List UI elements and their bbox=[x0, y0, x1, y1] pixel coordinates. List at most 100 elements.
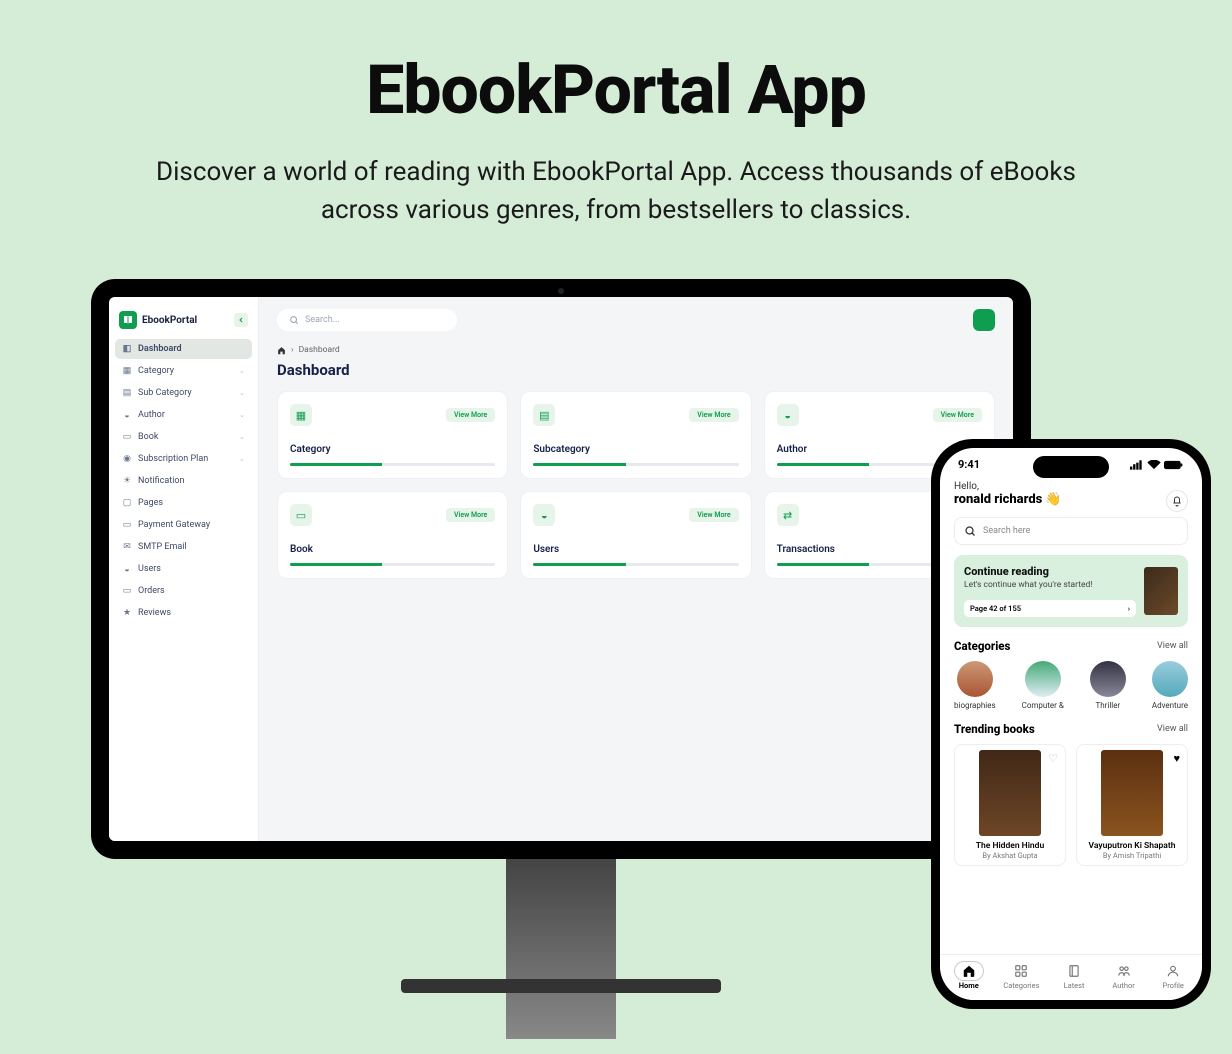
card-title: Book bbox=[290, 544, 495, 555]
sidebar-item-label: Payment Gateway bbox=[138, 520, 210, 530]
continue-subtitle: Let's continue what you're started! bbox=[964, 580, 1136, 590]
sidebar-item-label: Sub Category bbox=[138, 388, 192, 398]
continue-title: Continue reading bbox=[964, 565, 1136, 578]
nav-latest[interactable]: Latest bbox=[1059, 961, 1089, 990]
sidebar-item-reviews[interactable]: ★Reviews bbox=[115, 603, 252, 623]
nav-author[interactable]: Author bbox=[1109, 961, 1139, 990]
nav-icon bbox=[1109, 961, 1139, 981]
card-icon: ▤ bbox=[533, 404, 555, 426]
book-title: Vayuputron Ki Shapath bbox=[1082, 841, 1182, 851]
chevron-down-icon: ⌄ bbox=[239, 367, 245, 375]
avatar[interactable] bbox=[973, 309, 995, 331]
book-author: By Akshat Gupta bbox=[960, 851, 1060, 860]
category-image bbox=[957, 661, 993, 697]
category-thriller[interactable]: Thriller bbox=[1090, 661, 1126, 710]
nav-icon: ◉ bbox=[122, 454, 132, 464]
category-label: Computer & bbox=[1022, 701, 1064, 710]
nav-icon: ◒ bbox=[122, 564, 132, 574]
book-cover bbox=[979, 750, 1041, 836]
sidebar-item-payment-gateway[interactable]: ▭ Payment Gateway bbox=[115, 515, 252, 535]
page-title: Dashboard bbox=[277, 361, 995, 379]
sidebar-item-label: SMTP Email bbox=[138, 542, 187, 552]
nav-label: Profile bbox=[1158, 981, 1188, 990]
view-more-button[interactable]: View More bbox=[446, 508, 495, 522]
brand-book-icon bbox=[119, 311, 137, 329]
card-icon: ◒ bbox=[533, 504, 555, 526]
nav-icon bbox=[954, 961, 984, 981]
book-cover bbox=[1101, 750, 1163, 836]
category-adventure[interactable]: Adventure bbox=[1152, 661, 1188, 710]
card-icon: ▦ bbox=[290, 404, 312, 426]
view-more-button[interactable]: View More bbox=[689, 508, 738, 522]
book-card[interactable]: ♥Vayuputron Ki ShapathBy Amish Tripathi bbox=[1076, 744, 1188, 866]
nav-icon bbox=[1158, 961, 1188, 981]
sidebar-item-author[interactable]: ◒Author⌄ bbox=[115, 405, 252, 425]
breadcrumb: › Dashboard bbox=[277, 345, 995, 355]
sidebar-item-label: Dashboard bbox=[138, 344, 182, 354]
nav-label: Latest bbox=[1059, 981, 1089, 990]
nav-icon bbox=[1006, 961, 1036, 981]
greeting: Hello, bbox=[954, 481, 1188, 492]
trending-viewall[interactable]: View all bbox=[1157, 724, 1188, 734]
card-title: Category bbox=[290, 444, 495, 455]
nav-profile[interactable]: Profile bbox=[1158, 961, 1188, 990]
sidebar-item-book[interactable]: ▭ Book ⌄ bbox=[115, 427, 252, 447]
sidebar-item-dashboard[interactable]: ◧ Dashboard bbox=[115, 339, 252, 359]
sidebar-collapse-icon[interactable] bbox=[234, 313, 248, 327]
username: ronald richards👋 bbox=[954, 492, 1188, 507]
nav-icon: ★ bbox=[122, 608, 132, 618]
nav-icon: ▭ bbox=[122, 432, 132, 442]
sidebar-item-label: Category bbox=[138, 366, 174, 376]
sidebar-item-notification[interactable]: ☀Notification bbox=[115, 471, 252, 491]
status-time: 9:41 bbox=[958, 458, 980, 471]
card-title: Users bbox=[533, 544, 738, 555]
search-input[interactable]: Search... bbox=[277, 309, 457, 331]
phone-search-input[interactable]: Search here bbox=[954, 517, 1188, 545]
card-title: Subcategory bbox=[533, 444, 738, 455]
nav-icon: ◒ bbox=[122, 410, 132, 420]
chevron-right-icon: › bbox=[1128, 604, 1130, 613]
view-more-button[interactable]: View More bbox=[933, 408, 982, 422]
chevron-down-icon: ⌄ bbox=[239, 455, 245, 463]
chevron-down-icon: ⌄ bbox=[239, 411, 245, 419]
category-image bbox=[1152, 661, 1188, 697]
sidebar-item-smtp-email[interactable]: ✉SMTP Email bbox=[115, 537, 252, 557]
nav-icon: ☀ bbox=[122, 476, 132, 486]
continue-reading-card[interactable]: Continue reading Let's continue what you… bbox=[954, 555, 1188, 627]
sidebar-item-users[interactable]: ◒Users bbox=[115, 559, 252, 579]
category-label: Thriller bbox=[1090, 701, 1126, 710]
nav-icon: ◧ bbox=[122, 344, 132, 354]
category-label: biographies bbox=[954, 701, 996, 710]
nav-categories[interactable]: Categories bbox=[1003, 961, 1039, 990]
sidebar-item-category[interactable]: ▦ Category ⌄ bbox=[115, 361, 252, 381]
view-more-button[interactable]: View More bbox=[689, 408, 738, 422]
card-book: ▭View MoreBook bbox=[277, 491, 508, 579]
status-icons bbox=[1130, 458, 1184, 471]
notification-bell-icon[interactable] bbox=[1166, 490, 1188, 512]
nav-home[interactable]: Home bbox=[954, 961, 984, 990]
sidebar-item-pages[interactable]: ▢Pages bbox=[115, 493, 252, 513]
nav-icon: ▦ bbox=[122, 366, 132, 376]
view-more-button[interactable]: View More bbox=[446, 408, 495, 422]
home-icon bbox=[277, 346, 286, 355]
book-card[interactable]: ♡The Hidden HinduBy Akshat Gupta bbox=[954, 744, 1066, 866]
sidebar-item-subscription-plan[interactable]: ◉Subscription Plan⌄ bbox=[115, 449, 252, 469]
categories-viewall[interactable]: View all bbox=[1157, 641, 1188, 651]
sidebar-item-sub-category[interactable]: ▤Sub Category⌄ bbox=[115, 383, 252, 403]
sidebar-item-label: Book bbox=[138, 432, 158, 442]
sidebar-item-orders[interactable]: ▭Orders bbox=[115, 581, 252, 601]
monitor-frame: EbookPortal ◧Dashboard▦Category⌄▤Sub Cat… bbox=[91, 279, 1031, 859]
heart-icon[interactable]: ♡ bbox=[1048, 752, 1058, 765]
card-users: ◒ View More Users bbox=[520, 491, 751, 579]
chevron-down-icon: ⌄ bbox=[239, 433, 245, 441]
hero-subtitle: Discover a world of reading with EbookPo… bbox=[156, 154, 1076, 229]
nav-icon: ▭ bbox=[122, 520, 132, 530]
category-biographies[interactable]: biographies bbox=[954, 661, 996, 710]
sidebar-item-label: Pages bbox=[138, 498, 163, 508]
categories-heading: Categories bbox=[954, 639, 1010, 653]
search-placeholder: Search... bbox=[305, 315, 340, 325]
continue-cover bbox=[1144, 567, 1178, 615]
nav-icon: ▤ bbox=[122, 388, 132, 398]
category-computer-[interactable]: Computer & bbox=[1022, 661, 1064, 710]
heart-icon[interactable]: ♥ bbox=[1173, 752, 1180, 765]
